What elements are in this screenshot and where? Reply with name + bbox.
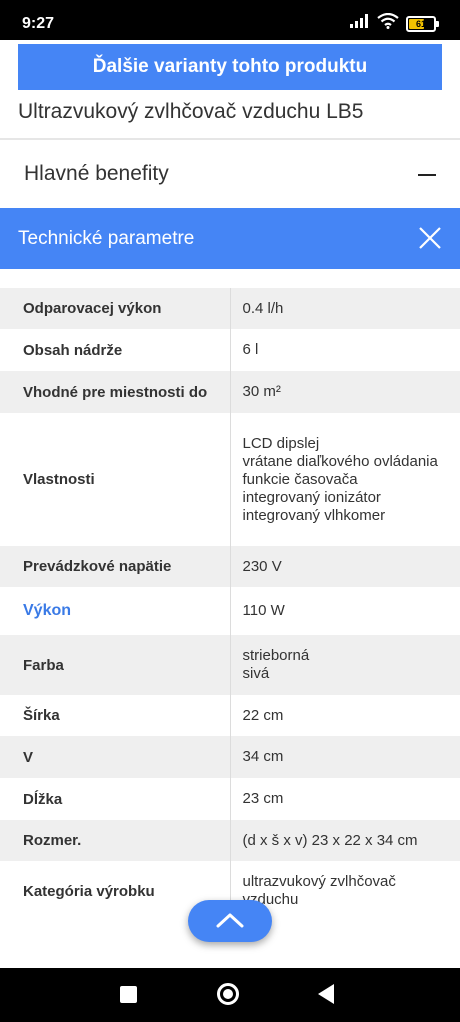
table-row: Dĺžka 23 cm [0, 778, 460, 820]
param-value: 6 l [230, 329, 460, 371]
param-value-line: ultrazvukový zvlhčovač [242, 873, 396, 890]
recent-apps-button[interactable] [120, 986, 137, 1003]
param-value: LCD dipslej vrátane diaľkového ovládania f… [230, 413, 460, 546]
table-row: V 34 cm [0, 736, 460, 778]
table-row: Prevádzkové napätie 230 V [0, 546, 460, 587]
param-name: Dĺžka [0, 778, 231, 820]
param-value: 0.4 l/h [230, 288, 460, 329]
scroll-to-top-button[interactable] [188, 900, 272, 942]
home-dot [223, 989, 233, 999]
benefits-label: Hlavné benefity [24, 162, 169, 185]
param-value: 22 cm [230, 695, 460, 736]
table-row: Vhodné pre miestnosti do 30 m² [0, 371, 460, 413]
param-value: 23 cm [230, 778, 460, 820]
table-row: Farba strieborná sivá [0, 635, 460, 695]
other-variants-button[interactable]: Ďalšie varianty tohto produktu [18, 44, 442, 90]
param-value: 110 W [230, 587, 460, 635]
param-value-line: 6 l [242, 341, 259, 358]
tech-params-title: Technické parametre [18, 227, 195, 249]
param-name: Vlastnosti [0, 413, 231, 546]
param-name: Obsah nádrže [0, 329, 231, 371]
param-name: Farba [0, 635, 231, 695]
param-value-line: 34 cm [242, 748, 284, 765]
status-time: 9:27 [22, 15, 55, 32]
param-value-line: 23 cm [242, 790, 284, 807]
param-value-line: funkcie časovača [242, 470, 358, 488]
table-row: Obsah nádrže 6 l [0, 329, 460, 371]
param-value-line: 110 W [242, 602, 285, 619]
status-icons: 61 [350, 12, 439, 34]
table-row: Rozmer. (d x š x v) 23 x 22 x 34 cm [0, 820, 460, 861]
param-value: (d x š x v) 23 x 22 x 34 cm [230, 820, 460, 861]
param-value: 30 m² [230, 371, 460, 413]
param-name: Prevádzkové napätie [0, 546, 231, 587]
param-name-link[interactable]: Výkon [0, 587, 231, 635]
status-bar: 9:27 61 [0, 0, 460, 40]
minus-icon[interactable] [418, 174, 436, 176]
table-row: Odparovacej výkon 0.4 l/h [0, 288, 460, 329]
battery-tip [436, 20, 439, 27]
home-button[interactable] [217, 983, 239, 1005]
table-row: Výkon 110 W [0, 587, 460, 635]
param-value: 34 cm [230, 736, 460, 778]
product-page: Ďalšie varianty tohto produktu Ultrazvuk… [0, 40, 460, 968]
param-value-line: 0.4 l/h [242, 299, 284, 317]
param-value-line: 230 V [242, 557, 282, 575]
param-value: strieborná sivá [230, 635, 460, 695]
param-value-line: 30 m² [242, 383, 281, 400]
close-icon[interactable] [418, 226, 442, 250]
param-value-line: vrátane diaľkového ovládania [242, 452, 438, 470]
param-value: 230 V [230, 546, 460, 587]
battery-icon: 61 [406, 15, 439, 32]
tech-params-header[interactable]: Technické parametre [0, 208, 460, 269]
param-value-line: vzduchu [242, 891, 299, 908]
param-name: V [0, 736, 231, 778]
signal-icon [350, 14, 370, 33]
tech-params-table: Odparovacej výkon 0.4 l/h Obsah nádrže 6 l V… [0, 288, 460, 921]
wifi-icon [377, 12, 399, 34]
table-row: Šírka 22 cm [0, 695, 460, 736]
param-name: Rozmer. [0, 820, 231, 861]
param-value-line: integrovaný vlhkomer [242, 506, 386, 524]
system-nav-bar [0, 968, 460, 1022]
param-name: Vhodné pre miestnosti do [0, 371, 231, 413]
param-name: Šírka [0, 695, 231, 736]
param-value-line: strieborná [242, 647, 310, 664]
benefits-accordion[interactable]: Hlavné benefity [0, 140, 460, 208]
param-value-line: (d x š x v) 23 x 22 x 34 cm [242, 831, 418, 849]
param-value-line: sivá [242, 665, 270, 682]
battery-level: 61 [415, 18, 426, 29]
chevron-up-icon [216, 912, 244, 931]
param-value-line: 22 cm [242, 706, 284, 724]
table-row: Vlastnosti LCD dipslej vrátane diaľkového … [0, 413, 460, 546]
back-button[interactable] [318, 984, 334, 1004]
param-value-line: integrovaný ionizátor [242, 488, 381, 506]
product-name: Ultrazvukový zvlhčovač vzduchu LB5 [18, 100, 364, 123]
param-value-line: LCD dipslej [242, 434, 320, 452]
param-name: Odparovacej výkon [0, 288, 231, 329]
